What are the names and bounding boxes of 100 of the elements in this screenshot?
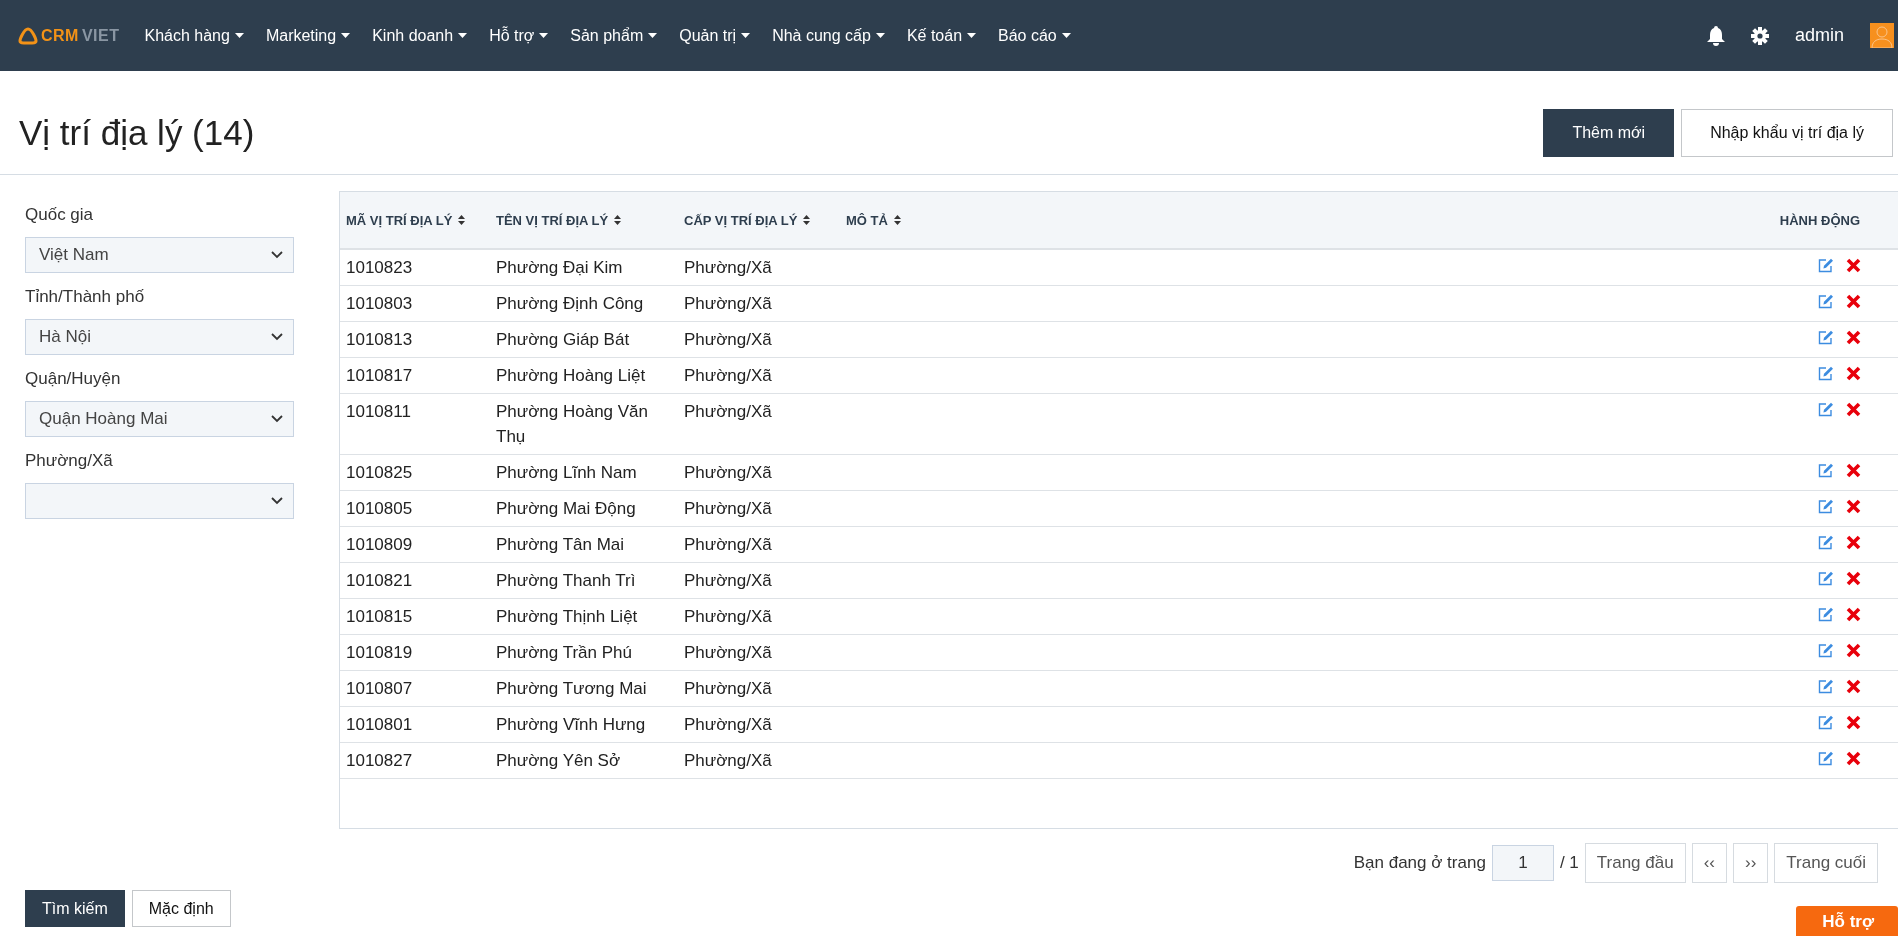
table-cell-text: 1010811: [345, 401, 412, 423]
table-cell-text: 1010803: [345, 293, 414, 315]
filter-select[interactable]: Việt Nam: [25, 237, 294, 273]
settings-icon[interactable]: [1750, 26, 1769, 45]
table-cell-text: Phường Định Công: [495, 293, 645, 315]
table-cell-text: Phường/Xã: [683, 365, 773, 387]
delete-icon[interactable]: [1846, 571, 1861, 586]
nav-menu-item[interactable]: Báo cáo: [987, 0, 1082, 71]
table-cell-text: 1010819: [345, 642, 414, 664]
caret-icon: [458, 33, 468, 38]
edit-icon[interactable]: [1818, 535, 1834, 550]
filter-select[interactable]: Quận Hoàng Mai: [25, 401, 294, 437]
nav-menu-item[interactable]: Khách hàng: [133, 0, 255, 71]
edit-icon[interactable]: [1818, 607, 1834, 622]
table-cell-text: 1010821: [345, 570, 414, 592]
sort-icon: [614, 215, 622, 225]
edit-icon[interactable]: [1818, 402, 1834, 417]
edit-icon[interactable]: [1818, 571, 1834, 586]
table-cell-text: Phường Thịnh Liệt: [495, 606, 639, 628]
delete-icon[interactable]: [1846, 258, 1861, 273]
table-cell-text: 1010813: [345, 329, 414, 351]
delete-icon[interactable]: [1846, 499, 1861, 514]
caret-icon: [234, 33, 244, 38]
nav-menu-item[interactable]: Kinh doanh: [361, 0, 479, 71]
table-cell-text: 1010823: [345, 257, 414, 279]
edit-icon[interactable]: [1818, 679, 1834, 694]
table-cell-text: Phường/Xã: [683, 401, 773, 423]
nav-menu-item[interactable]: Kế toán: [895, 0, 988, 71]
table-cell-text: 1010809: [345, 534, 414, 556]
table-cell-text: Phường Hoàng Văn Thụ: [495, 401, 650, 448]
table-cell-text: Phường/Xã: [683, 606, 773, 628]
filter-action-button[interactable]: Mặc định: [131, 890, 231, 927]
edit-icon[interactable]: [1818, 294, 1834, 309]
delete-icon[interactable]: [1846, 715, 1861, 730]
table-cell-text: Phường Vĩnh Hưng: [495, 714, 647, 736]
delete-icon[interactable]: [1846, 607, 1861, 622]
sort-icon: [893, 215, 901, 225]
table-cell-text: Phường Mai Động: [495, 498, 637, 520]
column-header[interactable]: MÃ VỊ TRÍ ĐỊA LÝ: [340, 212, 490, 228]
nav-menu-item[interactable]: Nhà cung cấp: [761, 0, 896, 71]
column-header[interactable]: CẤP VỊ TRÍ ĐỊA LÝ: [678, 212, 840, 228]
delete-icon[interactable]: [1846, 294, 1861, 309]
user-name[interactable]: admin: [1794, 25, 1844, 46]
notification-bell-icon[interactable]: [1706, 25, 1725, 46]
delete-icon[interactable]: [1846, 679, 1861, 694]
nav-menu-item[interactable]: Sản phẩm: [559, 0, 669, 71]
pagination-button[interactable]: ››: [1733, 843, 1769, 883]
table-cell-text: 1010807: [345, 678, 414, 700]
filter-label: Quốc gia: [25, 205, 95, 225]
logo-text: CRM: [41, 26, 79, 45]
pagination-button[interactable]: ‹‹: [1691, 843, 1727, 883]
table-cell-text: Phường Tân Mai: [495, 534, 626, 556]
chevron-down-icon: [271, 415, 283, 423]
pagination-button[interactable]: Trang đầu: [1584, 843, 1686, 883]
table-cell-text: Phường/Xã: [683, 678, 773, 700]
nav-menu-item[interactable]: Quản trị: [668, 0, 762, 71]
table-cell-text: 1010827: [345, 750, 414, 772]
delete-icon[interactable]: [1846, 463, 1861, 478]
table-cell-text: Phường Trần Phú: [495, 642, 633, 664]
delete-icon[interactable]: [1846, 402, 1861, 417]
delete-icon[interactable]: [1846, 330, 1861, 345]
edit-icon[interactable]: [1818, 751, 1834, 766]
delete-icon[interactable]: [1846, 366, 1861, 381]
table-cell-text: Phường/Xã: [683, 462, 773, 484]
caret-icon: [875, 33, 885, 38]
filter-label: Quận/Huyện: [25, 369, 122, 389]
filter-select[interactable]: Hà Nội: [25, 319, 294, 355]
delete-icon[interactable]: [1846, 535, 1861, 550]
nav-menu-item[interactable]: Marketing: [254, 0, 362, 71]
table-cell-text: Phường/Xã: [683, 750, 773, 772]
table-cell-text: Phường/Xã: [683, 293, 773, 315]
table-cell-text: Phường/Xã: [683, 257, 773, 279]
edit-icon[interactable]: [1818, 463, 1834, 478]
pagination-button[interactable]: Trang cuối: [1774, 843, 1878, 883]
caret-icon: [741, 33, 751, 38]
nav-menu-item[interactable]: Hỗ trợ: [478, 0, 560, 71]
edit-icon[interactable]: [1818, 330, 1834, 345]
table-cell-text: Phường/Xã: [683, 714, 773, 736]
caret-icon: [341, 33, 351, 38]
delete-icon[interactable]: [1846, 643, 1861, 658]
chevron-down-icon: [271, 333, 283, 341]
table-cell-text: Phường Lĩnh Nam: [495, 462, 638, 484]
table-cell-text: 1010805: [345, 498, 414, 520]
caret-icon: [539, 33, 549, 38]
filter-action-button[interactable]: Tìm kiếm: [25, 890, 125, 927]
page-action-button[interactable]: Nhập khẩu vị trí địa lý: [1681, 108, 1893, 157]
table-cell-text: 1010815: [345, 606, 414, 628]
edit-icon[interactable]: [1818, 643, 1834, 658]
edit-icon[interactable]: [1818, 499, 1834, 514]
table-cell-text: 1010801: [345, 714, 414, 736]
page-action-button[interactable]: Thêm mới: [1543, 108, 1675, 157]
column-header[interactable]: MÔ TẢ: [840, 212, 1758, 228]
edit-icon[interactable]: [1818, 715, 1834, 730]
edit-icon[interactable]: [1818, 366, 1834, 381]
table-cell-text: Phường/Xã: [683, 534, 773, 556]
page-total: / 1: [1559, 853, 1579, 873]
column-header[interactable]: TÊN VỊ TRÍ ĐỊA LÝ: [490, 212, 678, 228]
edit-icon[interactable]: [1818, 258, 1834, 273]
delete-icon[interactable]: [1846, 751, 1861, 766]
page-number-field[interactable]: 1: [1491, 845, 1554, 881]
